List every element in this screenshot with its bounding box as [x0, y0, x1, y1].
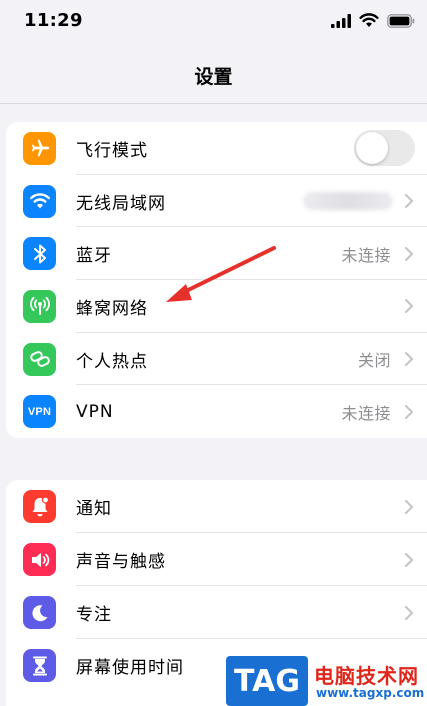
status-time: 11:29 — [24, 10, 83, 31]
chevron-right-icon — [405, 605, 413, 620]
bluetooth-label: 蓝牙 — [76, 246, 112, 267]
personal-hotspot-status: 关闭 — [357, 351, 391, 371]
sounds-haptics-label: 声音与触感 — [76, 552, 166, 572]
chevron-right-icon — [405, 299, 413, 314]
settings-row-wifi[interactable]: 无线局域网 — [6, 175, 427, 228]
status-bar: 11:29 — [0, 0, 427, 44]
watermark-site-name: 电脑技术网 — [314, 664, 419, 688]
airplane-mode-toggle[interactable] — [354, 130, 415, 167]
watermark-logo: TAG — [226, 656, 308, 706]
settings-row-airplane-mode[interactable]: 飞行模式 — [6, 122, 427, 175]
vpn-status: 未连接 — [341, 403, 391, 423]
annotation-arrow — [166, 246, 276, 302]
settings-row-personal-hotspot[interactable]: 个人热点 关闭 — [6, 333, 427, 386]
hourglass-icon — [23, 649, 56, 682]
bell-icon — [23, 490, 56, 523]
airplane-icon — [23, 131, 56, 165]
page-title: 设置 — [194, 66, 233, 88]
wifi-label: 无线局域网 — [76, 193, 166, 214]
bluetooth-status: 未连接 — [341, 245, 391, 265]
bluetooth-icon — [23, 237, 56, 271]
wifi-network-name-blurred — [303, 192, 393, 211]
vpn-icon-text: VPN — [27, 405, 52, 418]
vpn-icon: VPN — [23, 395, 56, 429]
toggle-knob — [356, 132, 388, 165]
chevron-right-icon — [405, 352, 413, 367]
focus-label: 专注 — [76, 605, 112, 625]
chevron-right-icon — [405, 194, 413, 209]
chevron-right-icon — [405, 404, 413, 419]
status-icons — [331, 13, 415, 28]
wifi-status-icon — [359, 13, 379, 27]
chevron-right-icon — [405, 552, 413, 567]
speaker-icon — [23, 543, 56, 576]
watermark: TAG 电脑技术网 www.tagxp.com — [226, 656, 427, 706]
airplane-mode-label: 飞行模式 — [76, 140, 148, 161]
settings-row-focus[interactable]: 专注 — [6, 586, 427, 639]
hotspot-icon — [23, 342, 56, 376]
moon-icon — [23, 596, 56, 629]
wifi-icon — [23, 184, 56, 218]
settings-row-vpn[interactable]: VPN VPN 未连接 — [6, 385, 427, 438]
antenna-icon — [23, 289, 56, 323]
notifications-label: 通知 — [76, 499, 112, 519]
personal-hotspot-label: 个人热点 — [76, 351, 148, 372]
vpn-label: VPN — [76, 401, 114, 422]
cellular-signal-icon — [331, 13, 351, 28]
chevron-right-icon — [405, 246, 413, 261]
settings-row-notifications[interactable]: 通知 — [6, 480, 427, 533]
battery-icon — [387, 13, 415, 28]
screen-time-label: 屏幕使用时间 — [76, 658, 184, 678]
cellular-label: 蜂窝网络 — [76, 298, 148, 319]
settings-row-sounds-haptics[interactable]: 声音与触感 — [6, 533, 427, 586]
nav-divider — [0, 103, 427, 104]
watermark-url: www.tagxp.com — [316, 686, 425, 700]
chevron-right-icon — [405, 499, 413, 514]
